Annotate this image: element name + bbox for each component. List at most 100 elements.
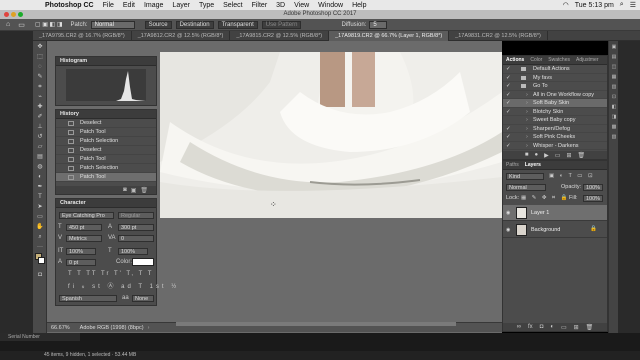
tab-paths[interactable]: Paths [503, 162, 522, 168]
font-family-select[interactable]: Eye Catching Pro [59, 212, 114, 219]
clock[interactable]: Tue 5:13 pm [575, 2, 614, 9]
tab-doc-2[interactable]: _17A9812.CR2 @ 12.5% (RGB/8*) [132, 30, 231, 41]
trash-icon[interactable]: 🗑 [140, 187, 148, 194]
camera-icon[interactable]: ▣ [131, 187, 137, 194]
history-brush-tool-icon[interactable]: ↺ [35, 133, 45, 141]
wifi-icon[interactable]: ◠ [563, 1, 569, 9]
quick-mask-icon[interactable]: ◘ [35, 271, 45, 279]
lock-icons[interactable]: ▦ ✎ ✥ ⌗ 🔒 [521, 195, 569, 202]
move-tool-icon[interactable]: ✥ [35, 43, 45, 51]
horizontal-scrollbar[interactable] [176, 322, 456, 326]
history-item[interactable]: Patch Selection [56, 137, 156, 146]
panel-icon-6[interactable]: ⊡ [610, 94, 618, 101]
expand-arrow-icon[interactable]: › [526, 133, 528, 142]
text-color-swatch[interactable] [132, 258, 154, 266]
menu-view[interactable]: View [294, 2, 309, 9]
menu-image[interactable]: Image [144, 2, 163, 9]
action-item[interactable]: ✓ › Whisper - Darkens [503, 142, 607, 150]
action-item[interactable]: ✓ › All in One Workflow copy [503, 91, 607, 100]
menu-edit[interactable]: Edit [123, 2, 135, 9]
type-tool-icon[interactable]: T [35, 193, 45, 201]
visibility-eye-icon[interactable]: ◉ [506, 210, 510, 216]
menu-help[interactable]: Help [352, 2, 366, 9]
stop-icon[interactable]: ■ [525, 152, 529, 158]
marquee-tool-icon[interactable]: ⬚ [35, 53, 45, 61]
history-item[interactable]: Patch Tool [56, 155, 156, 164]
tab-doc-1[interactable]: _17A9795.CR2 @ 16.7% (RGB/8*) [33, 30, 132, 41]
quick-select-tool-icon[interactable]: ✎ [35, 73, 45, 81]
history-item[interactable]: Deselect [56, 146, 156, 155]
new-layer-icon[interactable]: ⊞ [574, 324, 579, 331]
panel-icon-3[interactable]: ◫ [610, 64, 618, 71]
zoom-tool-icon[interactable]: ⌕ [35, 233, 45, 241]
source-button[interactable]: Source [144, 20, 172, 29]
expand-arrow-icon[interactable]: › [526, 125, 528, 134]
layer-name[interactable]: Background [531, 227, 560, 233]
layer-row-layer-1[interactable]: ◉ Layer 1 [503, 205, 607, 221]
panel-icon-8[interactable]: ◨ [610, 114, 618, 121]
adjustment-layer-icon[interactable]: ◐ [550, 324, 554, 330]
new-action-icon[interactable]: ⊞ [566, 152, 571, 159]
expand-arrow-icon[interactable]: › [526, 91, 528, 100]
anti-alias-select[interactable]: None [132, 295, 154, 302]
expand-arrow-icon[interactable]: › [526, 108, 528, 117]
document-image[interactable] [160, 52, 502, 218]
layer-filter-icons[interactable]: ▣ ◐ T ▭ ⊡ [549, 173, 595, 179]
menu-type[interactable]: Type [199, 2, 214, 9]
background-color-icon[interactable] [38, 257, 45, 264]
menu-filter[interactable]: Filter [252, 2, 268, 9]
play-icon[interactable]: ▶ [544, 152, 549, 159]
layer-row-background[interactable]: ◉ Background 🔒 [503, 222, 607, 238]
menu-select[interactable]: Select [223, 2, 242, 9]
action-checkbox[interactable]: ✓ [506, 74, 511, 83]
panel-icon-1[interactable]: ▣ [610, 44, 618, 51]
layer-kind-select[interactable]: Kind [506, 173, 544, 180]
fill-input[interactable]: 100% [583, 195, 603, 202]
diffusion-input[interactable]: 5 [369, 20, 388, 29]
tab-doc-3[interactable]: _17A9815.CR2 @ 12.5% (RGB/8*) [230, 30, 330, 41]
selection-mode-icons[interactable]: ▢ ▣ ◧ ◨ [35, 21, 63, 28]
tab-doc-5[interactable]: _17A9831.CR2 @ 12.5% (RGB/8*) [449, 30, 548, 41]
layer-name[interactable]: Layer 1 [531, 210, 549, 216]
tab-swatches[interactable]: Swatches [545, 57, 573, 63]
action-item-selected[interactable]: ✓ › Soft Baby Skin [503, 99, 607, 108]
home-icon[interactable]: ⌂ [6, 21, 10, 28]
blur-tool-icon[interactable]: ◍ [35, 163, 45, 171]
app-menu[interactable]: Photoshop CC [45, 2, 94, 9]
link-layers-icon[interactable]: ∞ [517, 324, 521, 330]
crop-tool-icon[interactable]: ⌗ [35, 83, 45, 91]
history-item-current[interactable]: Patch Tool [56, 173, 156, 182]
color-profile[interactable]: Adobe RGB (1998) (8bpc) [80, 325, 144, 331]
panel-icon-7[interactable]: ◧ [610, 104, 618, 111]
new-group-icon[interactable]: ▭ [561, 324, 567, 331]
action-item[interactable]: › Sweet Baby copy [503, 116, 607, 125]
panel-icon-9[interactable]: ▩ [610, 124, 618, 131]
menu-file[interactable]: File [103, 2, 114, 9]
search-icon[interactable]: ⌕ [620, 1, 624, 9]
patch-mode-select[interactable]: Normal [90, 20, 135, 29]
action-checkbox[interactable]: ✓ [506, 91, 511, 100]
kerning-select[interactable]: Metrics [66, 235, 102, 242]
action-checkbox[interactable]: ✓ [506, 125, 511, 134]
new-set-icon[interactable]: ▭ [555, 152, 561, 159]
horizontal-scale-input[interactable]: 100% [118, 248, 148, 255]
layer-style-icon[interactable]: fx [528, 324, 533, 330]
tab-adjustments[interactable]: Adjustmer [573, 57, 602, 63]
action-checkbox[interactable]: ✓ [506, 82, 511, 91]
menu-3d[interactable]: 3D [276, 2, 285, 9]
add-mask-icon[interactable]: ◘ [540, 324, 544, 330]
delete-action-icon[interactable]: 🗑 [577, 152, 585, 159]
blend-mode-select[interactable]: Normal [506, 184, 546, 191]
language-select[interactable]: Spanish [59, 295, 117, 302]
type-style-buttons[interactable]: T T TT Tr T' T, T T [68, 271, 153, 277]
status-menu-icon[interactable]: › [148, 325, 150, 331]
menu-window[interactable]: Window [318, 2, 343, 9]
record-icon[interactable]: ● [535, 152, 539, 158]
action-set-item[interactable]: ✓ Go To [503, 82, 607, 91]
action-checkbox[interactable]: ✓ [506, 108, 511, 117]
gradient-tool-icon[interactable]: ▤ [35, 153, 45, 161]
font-size-input[interactable]: 450 pt [66, 224, 102, 231]
opacity-input[interactable]: 100% [583, 184, 603, 191]
hand-tool-icon[interactable]: ✋ [35, 223, 45, 231]
action-checkbox[interactable]: ✓ [506, 65, 511, 74]
